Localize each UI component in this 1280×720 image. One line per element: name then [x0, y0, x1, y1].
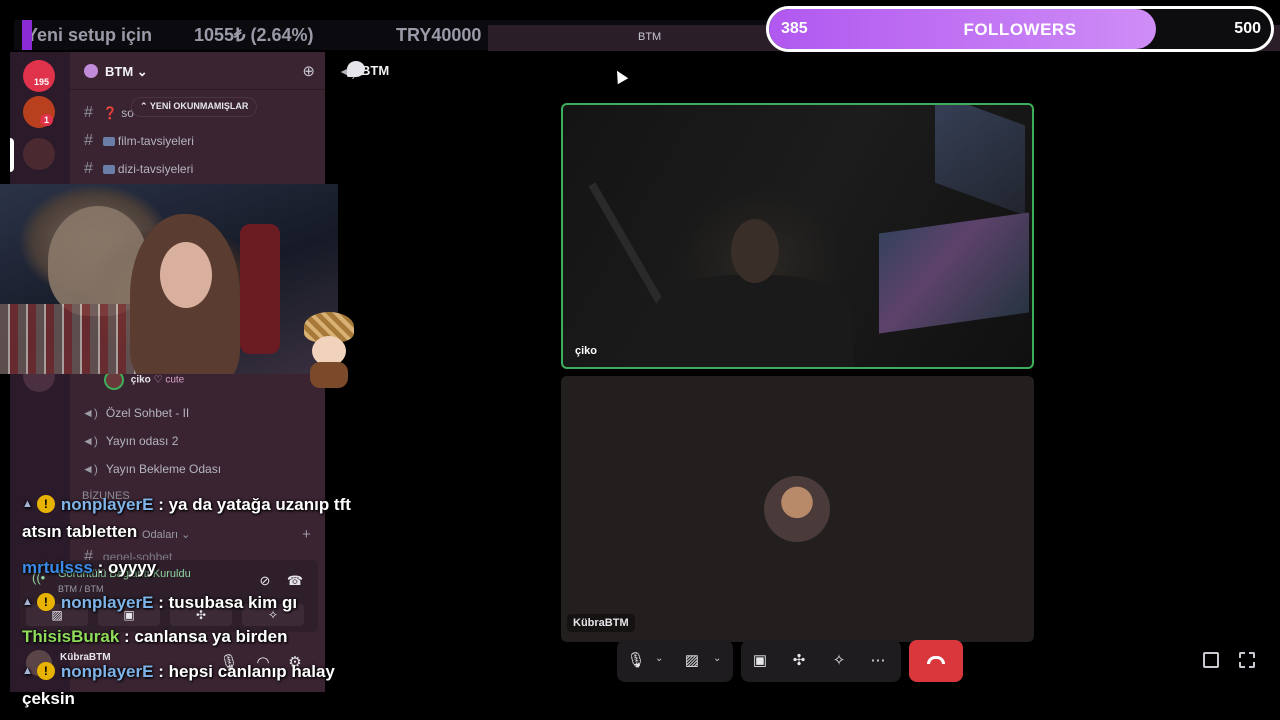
video-tile-kubrabtm[interactable]: KübraBTM [561, 376, 1034, 642]
chat-message: ▲! nonplayerE : hepsi canlanıp halay çeks… [22, 659, 335, 708]
ticker-text-1: Yeni setup için [26, 25, 153, 45]
voice-channel-item[interactable]: ◄) Özel Sohbet - II [82, 406, 189, 420]
mic-camera-controls: 🎙 ⌄ ▨ ⌄ [617, 640, 733, 682]
avatar [106, 372, 122, 388]
streamer-webcam [0, 184, 338, 374]
invite-people-icon[interactable]: ⊕ [302, 62, 315, 80]
microphone-icon[interactable]: 🎙 [623, 648, 649, 674]
window-title: BTM [638, 31, 662, 43]
chevron-down-icon[interactable]: ⌄ [655, 653, 663, 664]
chat-text-cont: atsın tabletten [22, 522, 138, 541]
participant-name: KübraBTM [567, 614, 635, 632]
chat-text: : hepsi canlanıp halay [153, 662, 335, 681]
chat-text-cont: çeksin [22, 689, 75, 708]
chat-username: mrtulsss [22, 558, 93, 577]
chevron-down-icon[interactable]: ⌄ [713, 653, 721, 664]
hash-icon: # [84, 160, 93, 177]
server-name: BTM ⌄ [105, 64, 148, 79]
chat-username: ThisisBurak [22, 627, 120, 646]
chat-message: ▲! nonplayerE : tusubasa kim gı [22, 590, 297, 615]
home-badge: 195 [30, 76, 54, 88]
chat-bubble-icon[interactable] [347, 61, 365, 77]
plaid-blanket [0, 304, 140, 374]
voice-channel-item[interactable]: ◄) Yayın odası 2 [82, 434, 178, 448]
hash-icon: # [84, 132, 93, 149]
mod-icon: ▲ [22, 596, 33, 608]
followers-goal: 500 [1234, 20, 1261, 37]
pop-out-icon[interactable] [1203, 652, 1219, 668]
followers-goal-bar: 385 FOLLOWERS 500 [766, 6, 1274, 52]
channel-item[interactable]: # ❓ so [84, 104, 134, 126]
stream-overlay-root: Yeni setup için 1055₺ (2.64%) TRY40000 B… [0, 0, 1280, 720]
chat-message: mrtulsss : oyyyy [22, 556, 156, 580]
chat-username: nonplayerE [60, 593, 154, 612]
chat-message: ▲! nonplayerE : ya da yatağa uzanıp tft a… [22, 492, 351, 541]
call-action-controls: ▣ ✣ ✧ ⋯ [741, 640, 901, 682]
monitor-background [935, 105, 1025, 216]
chat-text: : ya da yatağa uzanıp tft [153, 495, 351, 514]
monitor-screen [879, 212, 1029, 334]
category-header[interactable]: Odaları ⌄ [142, 528, 190, 541]
alert-badge-icon: ! [36, 495, 55, 513]
more-options-icon[interactable]: ⋯ [865, 648, 891, 674]
mod-icon: ▲ [22, 665, 33, 677]
speaker-icon: ◄) [82, 434, 98, 448]
activities-icon[interactable]: ✣ [786, 648, 812, 674]
call-header: ◄) BTM [325, 52, 1280, 90]
chat-text: : canlansa ya birden [119, 627, 288, 646]
participant-head [731, 219, 779, 283]
new-unreads-pill[interactable]: ⌃ YENİ OKUNMAMIŞLAR [132, 98, 257, 116]
chat-username: nonplayerE [60, 495, 154, 514]
ticker-text-3: TRY40000 [396, 25, 482, 45]
server-icon[interactable] [23, 138, 55, 170]
fullscreen-icon[interactable] [1239, 652, 1255, 668]
hash-icon: # [84, 104, 93, 121]
chat-username: nonplayerE [60, 662, 154, 681]
server-guild-icon [84, 64, 98, 78]
doll-body [310, 362, 348, 388]
channel-item[interactable]: # dizi-tavsiyeleri [84, 160, 193, 182]
soundboard-icon[interactable]: ✧ [826, 648, 852, 674]
hang-up-icon [927, 656, 945, 664]
server-badge: 1 [40, 114, 54, 126]
speaker-icon: ◄) [82, 406, 98, 420]
camera-off-icon[interactable]: ▨ [679, 648, 705, 674]
alert-badge-icon: ! [36, 593, 55, 611]
call-channel-name: BTM [361, 63, 390, 78]
participant-name: çiko [575, 345, 598, 357]
avatar [764, 476, 830, 542]
alert-badge-icon: ! [36, 662, 55, 680]
ticker-text-2: 1055₺ (2.64%) [194, 25, 314, 45]
channel-item[interactable]: # film-tavsiyeleri [84, 132, 194, 154]
voice-channel-item[interactable]: ◄) Yayın Bekleme Odası [82, 462, 221, 476]
gaming-chair [240, 224, 280, 354]
video-tile-ciko[interactable]: çiko [561, 103, 1034, 369]
chat-text: : tusubasa kim gı [153, 593, 298, 612]
disconnect-button[interactable] [909, 640, 963, 682]
server-header[interactable]: BTM ⌄ ⊕ [70, 52, 325, 90]
followers-label: FOLLOWERS [963, 20, 1077, 39]
voice-member[interactable]: çiko ♡ cute [106, 372, 184, 388]
speaker-icon: ◄) [82, 462, 98, 476]
share-screen-icon[interactable]: ▣ [747, 648, 773, 674]
streamer-face [160, 242, 212, 308]
chat-text: : oyyyy [92, 558, 157, 577]
mic-arm [588, 182, 666, 308]
participant-body [653, 275, 853, 367]
chat-message: ThisisBurak : canlansa ya birden [22, 625, 288, 649]
mod-icon: ▲ [22, 498, 33, 510]
chibi-doll-sticker [298, 312, 360, 388]
active-server-pill [10, 138, 14, 172]
ticker-accent [22, 20, 32, 50]
create-channel-icon[interactable]: + [302, 526, 311, 543]
